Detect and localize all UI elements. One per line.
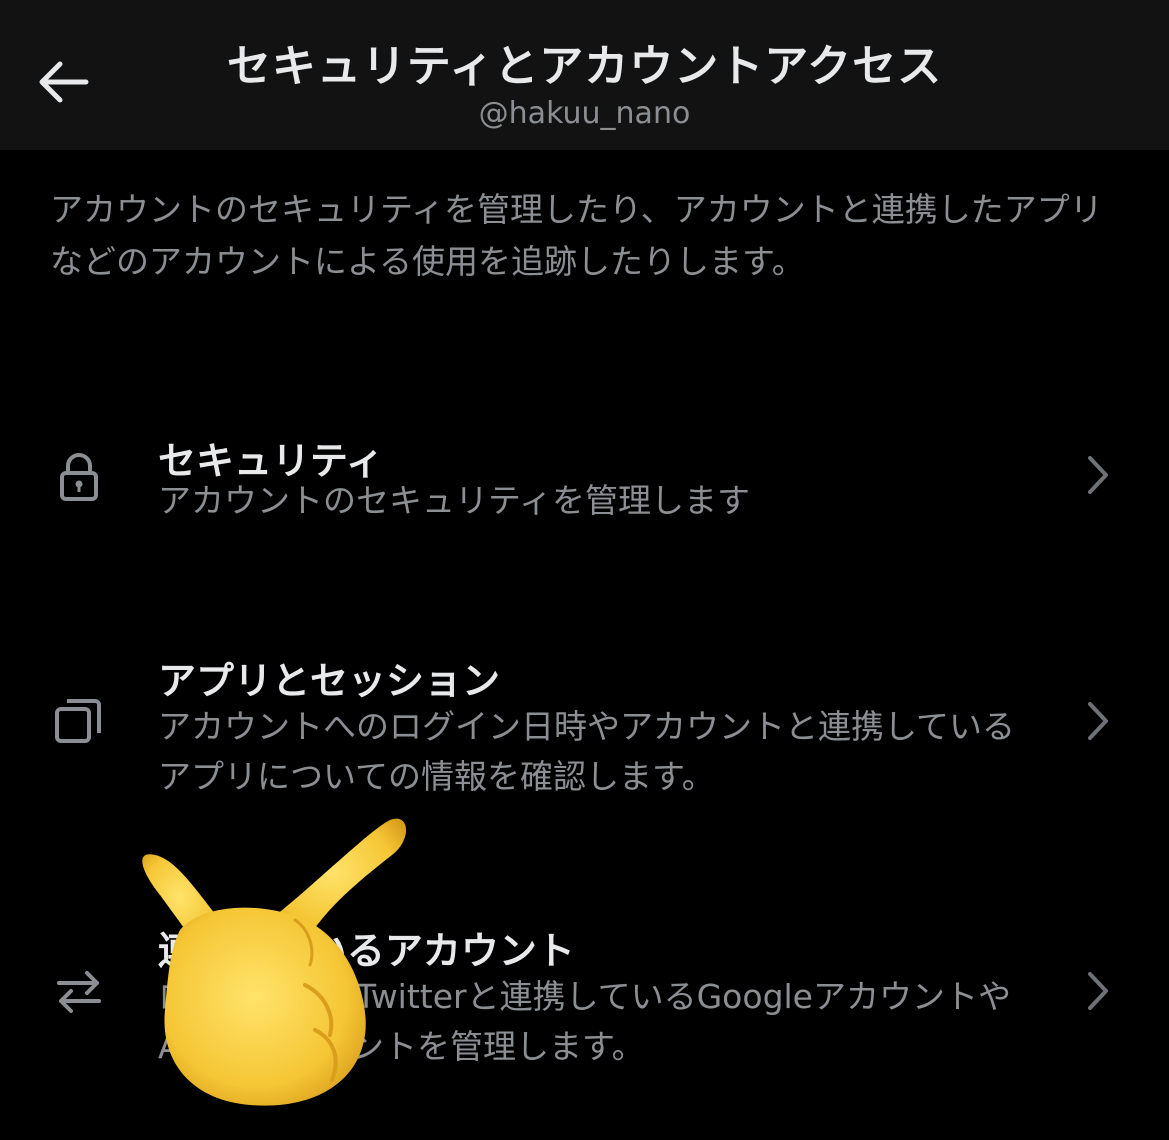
header-bar: セキュリティとアカウントアクセス @hakuu_nano xyxy=(0,0,1169,150)
lock-icon xyxy=(50,448,108,506)
menu-item-description: アカウントのセキュリティを管理します xyxy=(158,481,751,520)
copy-icon xyxy=(50,692,108,750)
menu-item-title: 連携しているアカウント xyxy=(158,929,575,973)
account-handle: @hakuu_nano xyxy=(478,96,691,131)
menu-item-description: ログインなどTwitterと連携しているGoogleアカウントやAppleアカウ… xyxy=(158,977,1011,1066)
page-description: アカウントのセキュリティを管理したり、アカウントと連携したアプリなどのアカウント… xyxy=(50,190,1103,281)
menu-item-title: アプリとセッション xyxy=(158,659,501,703)
chevron-right-icon xyxy=(1078,696,1118,746)
swap-arrows-icon xyxy=(50,962,108,1020)
menu-item-apps-sessions[interactable]: アプリとセッション アカウントへのログイン日時やアカウントと連携しているアプリに… xyxy=(0,640,1169,810)
screen: セキュリティとアカウントアクセス @hakuu_nano アカウントのセキュリテ… xyxy=(0,0,1169,1140)
page-title: セキュリティとアカウントアクセス xyxy=(226,41,943,92)
menu-item-description: アカウントへのログイン日時やアカウントと連携しているアプリについての情報を確認し… xyxy=(158,707,1016,796)
chevron-right-icon xyxy=(1078,450,1118,500)
menu-item-connected-accounts[interactable]: 連携しているアカウント ログインなどTwitterと連携しているGoogleアカ… xyxy=(0,910,1169,1080)
menu-item-security[interactable]: セキュリティ アカウントのセキュリティを管理します xyxy=(0,410,1169,540)
chevron-right-icon xyxy=(1078,966,1118,1016)
